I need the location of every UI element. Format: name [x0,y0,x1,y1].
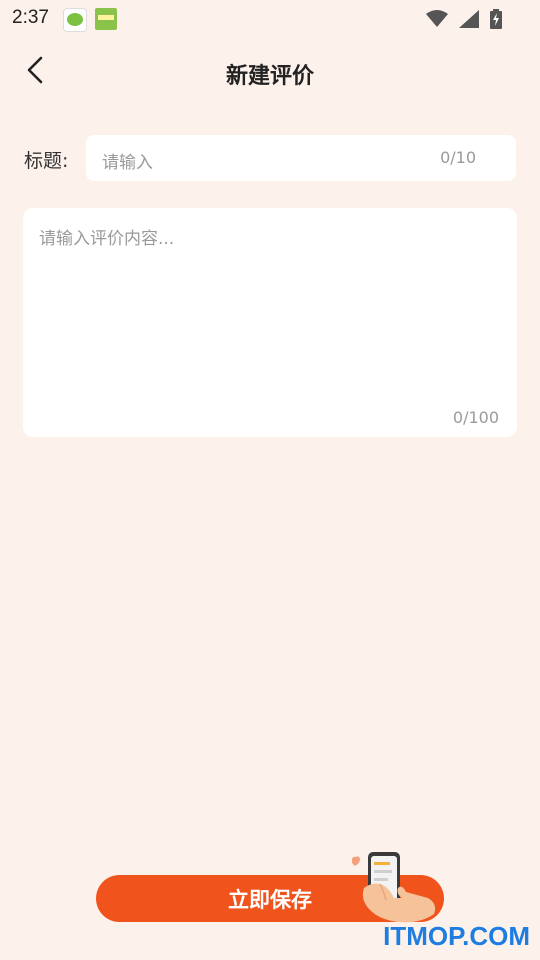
title-label: 标题: [24,150,69,172]
content-textarea[interactable] [39,224,499,394]
signal-icon [458,9,479,28]
content-box: 0/100 [23,208,517,437]
wifi-icon [425,9,448,27]
page-title: 新建评价 [225,64,314,89]
title-input[interactable] [102,147,412,179]
title-field: 0/10 [86,135,516,181]
status-time: 2:37 [12,7,49,28]
app-yc-icon [63,8,87,32]
watermark: ITMOP.COM [383,921,530,951]
hand-holding-phone-icon [351,852,436,923]
app-green-icon [95,8,117,30]
nav-bar: 新建评价 [0,46,540,102]
title-row: 标题: 0/10 [0,134,540,182]
title-char-counter: 0/10 [440,148,476,167]
status-bar: 2:37 [0,0,540,36]
system-icons [420,8,502,29]
content-char-counter: 0/100 [452,408,499,427]
battery-charging-icon [490,8,502,29]
